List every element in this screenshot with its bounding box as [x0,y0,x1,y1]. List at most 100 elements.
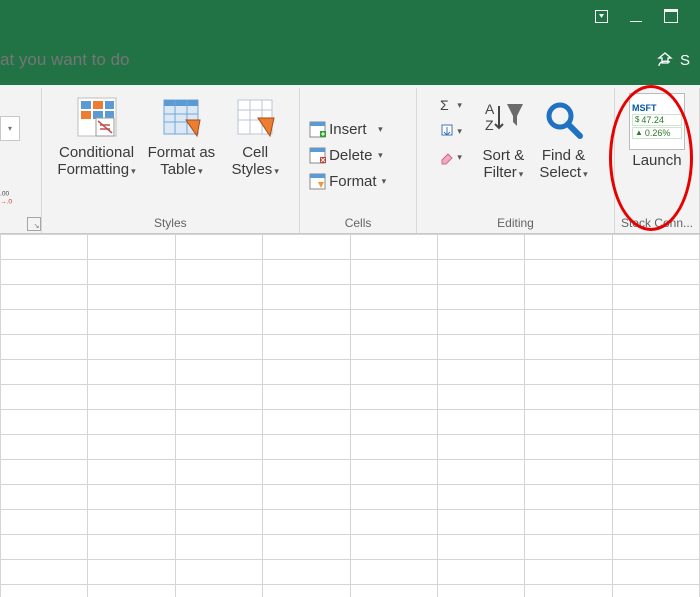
cell[interactable] [175,510,262,535]
cell[interactable] [1,485,88,510]
cell[interactable] [350,335,437,360]
cell[interactable] [525,560,612,585]
cell[interactable] [88,460,175,485]
cell[interactable] [525,310,612,335]
cell[interactable] [350,385,437,410]
cell[interactable] [612,560,699,585]
cell[interactable] [612,360,699,385]
cell[interactable] [1,285,88,310]
minimize-icon[interactable] [630,10,642,25]
cell[interactable] [612,385,699,410]
cell[interactable] [525,510,612,535]
cell[interactable] [437,335,524,360]
fill-button[interactable]: ▾ [439,122,471,140]
cell[interactable] [437,285,524,310]
cell[interactable] [437,510,524,535]
cell[interactable] [175,335,262,360]
cell[interactable] [350,410,437,435]
cell[interactable] [612,335,699,360]
cell[interactable] [88,410,175,435]
cell[interactable] [175,285,262,310]
conditional-formatting-button[interactable]: Conditional Formatting▾ [53,91,139,179]
cell[interactable] [1,410,88,435]
cell[interactable] [263,235,350,260]
cell[interactable] [612,310,699,335]
cell[interactable] [175,435,262,460]
cell[interactable] [350,235,437,260]
cell[interactable] [525,385,612,410]
cell[interactable] [263,310,350,335]
cell[interactable] [350,510,437,535]
cell[interactable] [88,435,175,460]
restore-icon[interactable] [664,9,678,26]
cell[interactable] [88,535,175,560]
cell[interactable] [175,560,262,585]
cell[interactable] [175,485,262,510]
cell[interactable] [350,310,437,335]
cell[interactable] [263,485,350,510]
cell[interactable] [175,360,262,385]
number-dialog-launcher-icon[interactable]: ↘ [27,217,41,231]
cell[interactable] [263,460,350,485]
cell[interactable] [88,235,175,260]
cell[interactable] [175,410,262,435]
cell[interactable] [263,510,350,535]
clear-button[interactable]: ▾ [439,148,471,166]
cell[interactable] [525,335,612,360]
insert-button[interactable]: Insert ▾ [308,120,383,138]
cell[interactable] [437,485,524,510]
cell[interactable] [175,460,262,485]
cell[interactable] [525,235,612,260]
cell[interactable] [525,410,612,435]
cell[interactable] [263,285,350,310]
cell[interactable] [437,410,524,435]
format-button[interactable]: Format ▾ [308,172,386,190]
cell[interactable] [612,585,699,597]
cell[interactable] [612,460,699,485]
cell[interactable] [88,260,175,285]
cell[interactable] [437,535,524,560]
cell[interactable] [263,560,350,585]
cell[interactable] [437,260,524,285]
cell[interactable] [88,510,175,535]
cell[interactable] [612,410,699,435]
cell[interactable] [88,585,175,597]
share-button[interactable]: S [656,51,690,69]
cell[interactable] [1,235,88,260]
cell[interactable] [525,485,612,510]
cell[interactable] [88,360,175,385]
cell[interactable] [1,360,88,385]
cell[interactable] [437,585,524,597]
cell[interactable] [263,535,350,560]
cell[interactable] [612,235,699,260]
cell[interactable] [525,360,612,385]
cell[interactable] [263,435,350,460]
cell[interactable] [437,310,524,335]
cell[interactable] [1,585,88,597]
cell[interactable] [525,285,612,310]
cell[interactable] [263,410,350,435]
cell[interactable] [612,535,699,560]
ribbon-display-options-icon[interactable] [595,10,608,26]
cell[interactable] [88,560,175,585]
cell[interactable] [1,385,88,410]
tellme-input[interactable] [0,49,302,71]
cell[interactable] [1,335,88,360]
cell[interactable] [263,260,350,285]
cell[interactable] [1,260,88,285]
cell[interactable] [1,460,88,485]
cell[interactable] [175,235,262,260]
cell[interactable] [1,560,88,585]
cell[interactable] [88,310,175,335]
cell[interactable] [175,535,262,560]
autosum-button[interactable]: Σ ▾ [439,96,471,114]
cell[interactable] [525,535,612,560]
cell[interactable] [612,510,699,535]
cell[interactable] [525,460,612,485]
cell[interactable] [350,485,437,510]
sort-filter-button[interactable]: A Z Sort & Filter▾ [475,94,531,182]
cell[interactable] [525,585,612,597]
cell[interactable] [350,585,437,597]
cell[interactable] [350,360,437,385]
cell[interactable] [175,310,262,335]
